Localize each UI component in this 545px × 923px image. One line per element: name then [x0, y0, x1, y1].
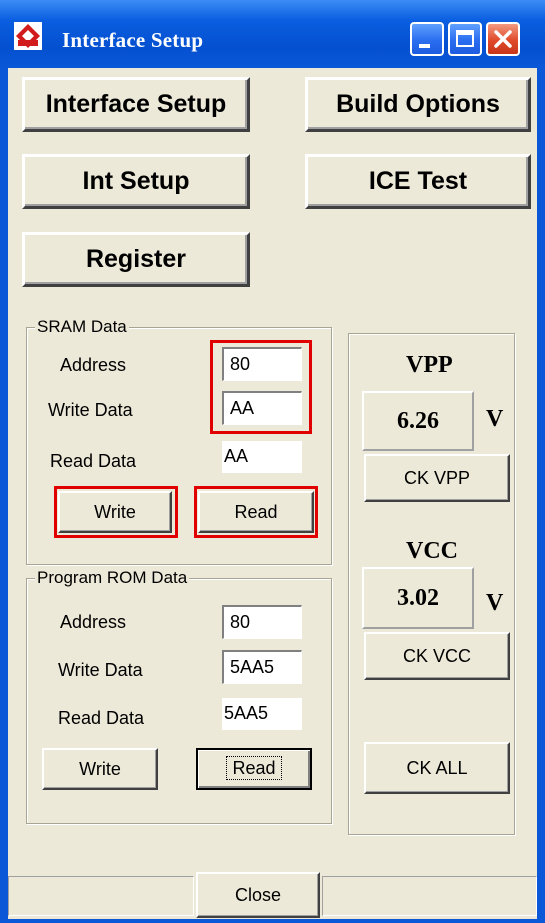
rom-read-button[interactable]: Read — [196, 748, 312, 790]
register-button[interactable]: Register — [22, 232, 250, 287]
close-button[interactable]: Close — [196, 872, 320, 918]
vcc-unit: V — [486, 590, 504, 616]
vcc-value: 3.02 — [362, 567, 474, 629]
close-window-button[interactable] — [486, 22, 520, 56]
ck-vcc-button[interactable]: CK VCC — [364, 632, 510, 680]
maximize-button[interactable] — [448, 22, 482, 56]
rom-read-data-label: Read Data — [58, 708, 145, 728]
close-icon — [494, 30, 512, 48]
rom-write-data-label: Write Data — [58, 660, 143, 680]
sram-read-data-value: AA — [222, 441, 302, 473]
rom-read-data-value: 5AA5 — [222, 698, 302, 730]
sram-write-data-label: Write Data — [48, 400, 133, 420]
sram-write-highlight — [54, 486, 178, 538]
sram-read-data-label: Read Data — [50, 451, 137, 471]
app-logo-icon — [14, 22, 42, 50]
rom-read-button-label: Read — [226, 756, 282, 780]
footer-right-pane — [322, 876, 537, 916]
int-setup-button[interactable]: Int Setup — [22, 154, 250, 209]
rom-group-title: Program ROM Data — [35, 568, 190, 588]
vpp-unit: V — [486, 406, 504, 432]
sram-read-highlight — [194, 486, 318, 538]
rom-address-label: Address — [60, 612, 127, 632]
title-bar[interactable]: Interface Setup — [0, 0, 545, 68]
window-title: Interface Setup — [62, 28, 204, 52]
minimize-button[interactable] — [410, 22, 444, 56]
ck-all-button[interactable]: CK ALL — [364, 742, 510, 794]
sram-group-title: SRAM Data — [35, 317, 129, 337]
rom-address-input[interactable]: 80 — [222, 605, 302, 639]
interface-setup-button[interactable]: Interface Setup — [22, 77, 250, 132]
address-write-highlight — [210, 340, 312, 434]
rom-write-button[interactable]: Write — [42, 748, 158, 790]
rom-write-data-input[interactable]: 5AA5 — [222, 650, 302, 684]
vpp-value: 6.26 — [362, 391, 474, 451]
build-options-button[interactable]: Build Options — [305, 77, 531, 132]
maximize-icon — [456, 30, 474, 47]
dialog-client-area: Interface Setup Build Options Int Setup … — [8, 68, 537, 919]
ck-vpp-button[interactable]: CK VPP — [364, 454, 510, 502]
vpp-label: VPP — [406, 352, 453, 378]
footer-bar: Close — [8, 868, 537, 919]
footer-left-pane — [8, 876, 194, 916]
minimize-icon — [419, 44, 430, 48]
dialog-window: Interface Setup Interface Setup Build Op… — [0, 0, 545, 923]
ice-test-button[interactable]: ICE Test — [305, 154, 531, 209]
sram-address-label: Address — [60, 355, 127, 375]
vcc-label: VCC — [406, 538, 458, 564]
